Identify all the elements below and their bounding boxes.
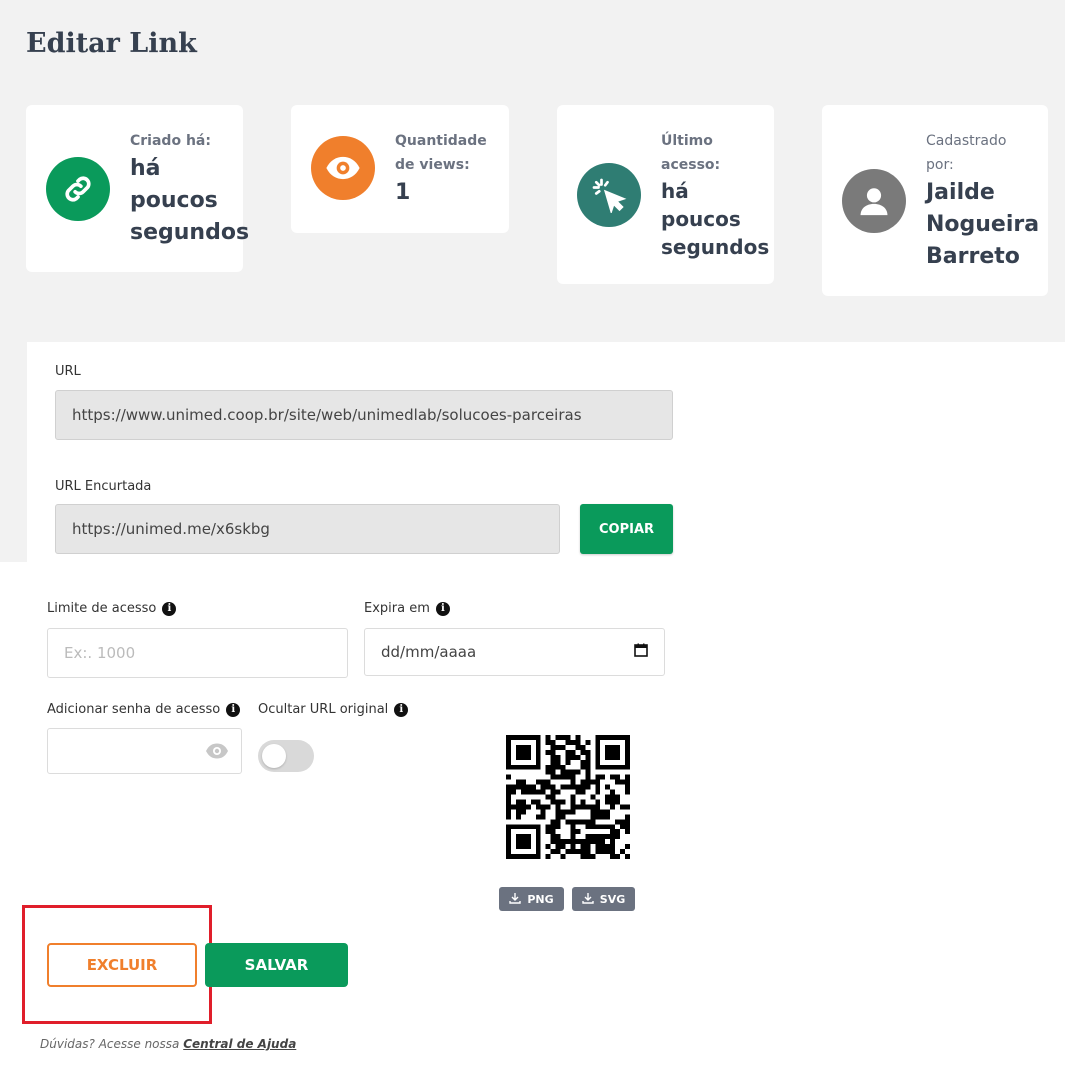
- download-icon: [582, 892, 594, 907]
- save-button[interactable]: SALVAR: [205, 943, 348, 987]
- eye-toggle-icon[interactable]: [205, 742, 229, 764]
- card-created-label: Criado há:: [130, 133, 211, 149]
- user-icon: [842, 169, 906, 233]
- expires-date-input[interactable]: dd/mm/aaaa: [364, 628, 665, 676]
- card-views-label: Quantidade de views:: [395, 133, 487, 173]
- access-limit-input[interactable]: Ex:. 1000: [47, 628, 348, 678]
- help-text: Dúvidas? Acesse nossa Central de Ajuda: [40, 1037, 297, 1051]
- short-url-label: URL Encurtada: [55, 479, 152, 494]
- qr-code: [506, 735, 630, 859]
- password-label: Adicionar senha de acesso i: [47, 702, 241, 717]
- info-icon[interactable]: i: [162, 601, 177, 616]
- card-last-access-value: há poucos segundos: [661, 179, 770, 259]
- download-svg-button[interactable]: SVG: [572, 887, 635, 911]
- link-icon: [46, 157, 110, 221]
- download-icon: [509, 892, 522, 907]
- card-views-value: 1: [395, 180, 411, 205]
- card-registered-by-label: Cadastrado por:: [926, 133, 1007, 173]
- toggle-knob: [262, 744, 286, 768]
- info-icon[interactable]: i: [226, 702, 241, 717]
- copy-button[interactable]: COPIAR: [580, 504, 673, 554]
- hide-url-toggle[interactable]: [258, 740, 314, 772]
- short-url-input[interactable]: https://unimed.me/x6skbg: [55, 504, 560, 554]
- card-last-access-label: Último acesso:: [661, 133, 721, 173]
- delete-button[interactable]: EXCLUIR: [47, 943, 197, 987]
- expires-label: Expira em i: [364, 601, 450, 616]
- card-last-access: Último acesso: há poucos segundos: [557, 105, 774, 284]
- page-title: Editar Link: [26, 28, 197, 59]
- card-views: Quantidade de views: 1: [291, 105, 509, 233]
- url-label: URL: [55, 364, 81, 379]
- card-registered-by-value: Jailde Nogueira Barreto: [926, 180, 1040, 269]
- card-created-value: há poucos segundos: [130, 156, 250, 245]
- info-icon[interactable]: i: [435, 601, 450, 616]
- card-registered-by: Cadastrado por: Jailde Nogueira Barreto: [822, 105, 1048, 296]
- calendar-icon[interactable]: [634, 643, 648, 661]
- form-side-background: [0, 342, 27, 562]
- eye-icon: [311, 136, 375, 200]
- access-limit-label: Limite de acesso i: [47, 601, 177, 616]
- download-png-button[interactable]: PNG: [499, 887, 564, 911]
- card-created: Criado há: há poucos segundos: [26, 105, 249, 272]
- url-input[interactable]: https://www.unimed.coop.br/site/web/unim…: [55, 390, 673, 440]
- hide-url-label: Ocultar URL original i: [258, 702, 409, 717]
- cursor-click-icon: [577, 163, 641, 227]
- help-center-link[interactable]: Central de Ajuda: [183, 1037, 296, 1051]
- password-input[interactable]: [47, 728, 242, 774]
- info-icon[interactable]: i: [394, 702, 409, 717]
